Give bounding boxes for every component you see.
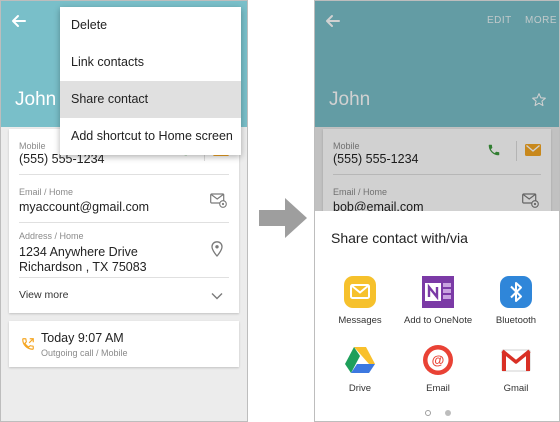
divider: [19, 277, 229, 278]
divider: [19, 174, 229, 175]
transition-arrow-icon: [259, 198, 307, 238]
gmail-icon: [501, 349, 531, 372]
share-app-gmail[interactable]: Gmail: [482, 343, 550, 394]
svg-text:@: @: [432, 353, 445, 368]
email-label: Email / Home: [19, 187, 74, 197]
address-line-2: Richardson , TX 75083: [19, 260, 147, 274]
email-app-icon: @: [423, 345, 453, 375]
send-email-icon[interactable]: [210, 193, 227, 208]
outgoing-call-icon: [22, 338, 34, 350]
left-screen: John Mobile (555) 555-1234 Email / Home …: [0, 0, 248, 422]
drive-icon: [345, 347, 375, 373]
address-line-1: 1234 Anywhere Drive: [19, 245, 138, 259]
recent-call-time: Today 9:07 AM: [41, 331, 124, 345]
contact-name: John: [15, 89, 57, 110]
share-app-label: Gmail: [503, 383, 529, 394]
view-more-button[interactable]: View more: [19, 289, 229, 301]
menu-item-delete[interactable]: Delete: [60, 7, 241, 44]
back-arrow-icon[interactable]: [9, 11, 29, 31]
share-app-onenote[interactable]: Add to OneNote: [404, 275, 472, 326]
share-app-drive[interactable]: Drive: [326, 343, 394, 394]
share-app-email[interactable]: @ Email: [404, 343, 472, 394]
map-pin-icon[interactable]: [211, 241, 223, 257]
share-app-label: Add to OneNote: [404, 315, 473, 326]
contact-details-card: Mobile (555) 555-1234 Email / Home myacc…: [9, 129, 239, 313]
share-app-messages[interactable]: Messages: [326, 275, 394, 326]
messages-icon: [344, 276, 376, 308]
menu-item-link-contacts[interactable]: Link contacts: [60, 44, 241, 81]
share-sheet: Share contact with/via Messages Add to O…: [315, 211, 559, 421]
menu-item-share-contact[interactable]: Share contact: [60, 81, 241, 118]
bluetooth-icon: [500, 276, 532, 308]
divider: [19, 222, 229, 223]
right-screen: EDIT MORE John Mobile (555) 555-1234 Ema…: [314, 0, 560, 422]
address-label: Address / Home: [19, 231, 84, 241]
onenote-icon: [422, 276, 454, 308]
share-app-bluetooth[interactable]: Bluetooth: [482, 275, 550, 326]
page-indicator-dot-active: [425, 410, 431, 416]
recent-call-type: Outgoing call / Mobile: [41, 348, 128, 358]
overflow-menu: Delete Link contacts Share contact Add s…: [60, 7, 241, 155]
share-app-label: Drive: [348, 383, 372, 394]
recent-call-card[interactable]: Today 9:07 AM Outgoing call / Mobile: [9, 321, 239, 367]
email-value: myaccount@gmail.com: [19, 200, 150, 214]
address-row[interactable]: Address / Home 1234 Anywhere Drive Richa…: [19, 231, 229, 275]
share-app-label: Bluetooth: [495, 315, 537, 326]
email-row[interactable]: Email / Home myaccount@gmail.com: [19, 187, 229, 215]
menu-item-add-shortcut[interactable]: Add shortcut to Home screen: [60, 118, 241, 155]
chevron-down-icon[interactable]: [211, 292, 223, 300]
page-indicator-dot: [445, 410, 451, 416]
share-app-label: Email: [426, 383, 450, 394]
share-sheet-title: Share contact with/via: [331, 230, 468, 246]
share-app-label: Messages: [338, 315, 382, 326]
